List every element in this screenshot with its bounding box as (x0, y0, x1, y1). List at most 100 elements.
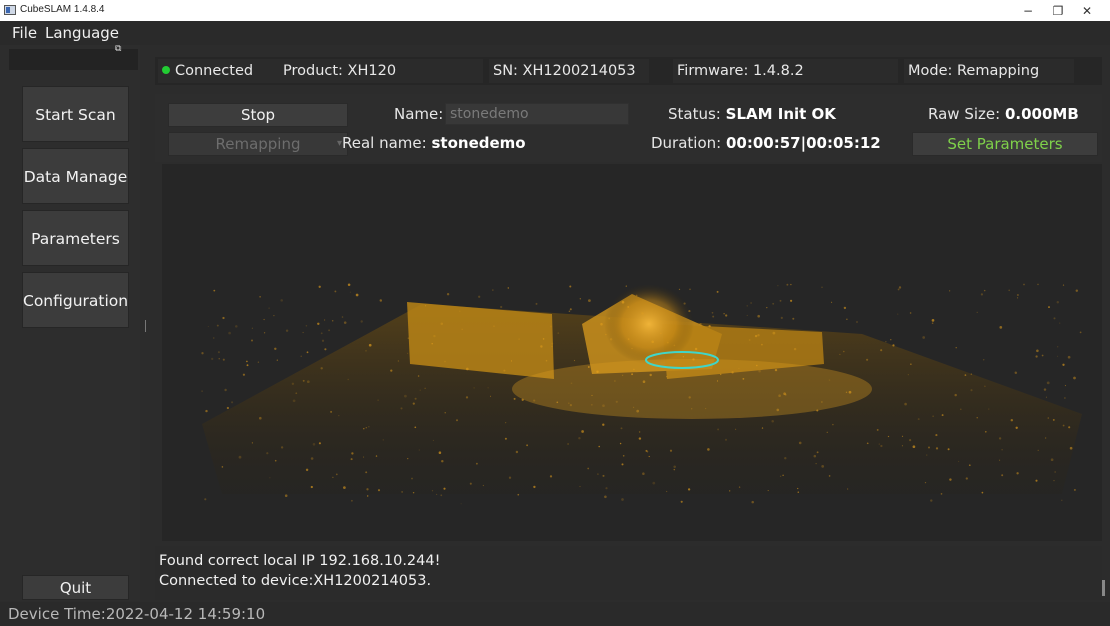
point-speck (432, 439, 434, 441)
point-speck (440, 494, 443, 497)
point-speck (649, 373, 652, 377)
point-speck (965, 477, 968, 480)
point-speck (935, 447, 939, 450)
data-manage-button[interactable]: Data Manage (22, 148, 129, 204)
point-speck (821, 286, 823, 288)
point-speck (351, 452, 354, 455)
point-speck (935, 434, 938, 437)
point-speck (660, 332, 662, 334)
window-title: CubeSLAM 1.4.8.4 (20, 4, 105, 15)
quit-button[interactable]: Quit (22, 575, 129, 600)
point-speck (312, 443, 316, 446)
point-speck (600, 322, 603, 326)
point-speck (609, 338, 613, 341)
point-speck (207, 326, 209, 328)
point-speck (940, 493, 943, 495)
point-speck (673, 344, 676, 347)
point-speck (418, 449, 420, 451)
firmware-label: Firmware: 1.4.8.2 (673, 59, 898, 83)
scan-controls: Stop Remapping ▾ Name: stonedemo Real na… (155, 94, 1102, 162)
point-speck (320, 332, 323, 335)
point-speck (1017, 297, 1019, 299)
point-speck (1036, 349, 1039, 353)
point-speck (742, 377, 745, 380)
raw-size-value: 0.000MB (1004, 105, 1079, 123)
point-speck (526, 444, 528, 447)
menu-file[interactable]: File (12, 24, 37, 42)
point-speck (625, 285, 627, 287)
point-speck (1044, 437, 1047, 439)
point-speck (1068, 426, 1071, 429)
set-parameters-button[interactable]: Set Parameters (912, 132, 1098, 156)
point-speck (784, 457, 787, 460)
configuration-button[interactable]: Configuration (22, 272, 129, 328)
point-speck (217, 351, 220, 354)
point-speck (469, 482, 472, 485)
point-speck (878, 443, 881, 445)
close-button[interactable]: ✕ (1072, 2, 1102, 20)
point-speck (433, 334, 436, 338)
point-speck (363, 427, 365, 430)
remapping-combobox[interactable]: Remapping ▾ (168, 132, 348, 156)
point-speck (259, 295, 261, 298)
menu-language[interactable]: Language (45, 24, 119, 42)
point-speck (813, 454, 817, 458)
point-speck (226, 406, 230, 410)
point-speck (489, 395, 492, 397)
point-speck (1015, 426, 1018, 429)
point-speck (280, 299, 283, 302)
log-scrollbar[interactable] (1102, 580, 1105, 596)
point-speck (330, 410, 333, 413)
point-speck (1043, 388, 1047, 391)
undock-icon[interactable]: ⧉ (115, 44, 121, 54)
maximize-button[interactable]: ❐ (1043, 2, 1073, 20)
point-speck (379, 299, 383, 302)
splitter-handle[interactable] (145, 320, 146, 332)
point-speck (646, 451, 649, 453)
point-speck (980, 293, 984, 296)
stop-button[interactable]: Stop (168, 103, 348, 127)
point-speck (638, 431, 641, 433)
point-speck (504, 437, 507, 440)
point-speck (331, 320, 334, 322)
point-speck (350, 458, 353, 461)
point-speck (909, 439, 912, 442)
point-speck (750, 302, 752, 304)
point-speck (880, 349, 883, 352)
duration-value: 00:00:57|00:05:12 (725, 134, 881, 152)
point-speck (510, 360, 513, 362)
point-speck (1050, 458, 1054, 462)
point-speck (778, 394, 781, 397)
point-speck (622, 454, 625, 457)
minimize-button[interactable]: − (1013, 2, 1043, 20)
point-speck (928, 446, 930, 449)
point-speck (797, 487, 799, 490)
parameters-button[interactable]: Parameters (22, 210, 129, 266)
menu-bar: File Language (0, 21, 1110, 45)
start-scan-button[interactable]: Start Scan (22, 86, 129, 142)
point-speck (767, 490, 769, 492)
log-line: Connected to device:XH1200214053. (159, 573, 432, 589)
point-speck (412, 491, 415, 494)
point-speck (691, 408, 693, 410)
point-cloud-viewport[interactable] (162, 164, 1102, 541)
point-speck (998, 437, 1002, 440)
name-field[interactable]: stonedemo (445, 103, 629, 125)
point-speck (1062, 363, 1065, 366)
point-speck (831, 301, 833, 303)
point-speck (1037, 283, 1039, 286)
point-speck (1054, 471, 1056, 473)
point-speck (619, 442, 622, 445)
point-speck (568, 402, 570, 404)
point-speck (443, 487, 446, 490)
point-speck (712, 315, 715, 318)
point-speck (638, 437, 642, 440)
point-speck (438, 451, 442, 454)
point-speck (204, 498, 207, 501)
title-bar: CubeSLAM 1.4.8.4 − ❐ ✕ (0, 0, 1110, 21)
point-speck (251, 442, 254, 444)
status-value: SLAM Init OK (725, 105, 836, 123)
point-speck (602, 474, 605, 477)
point-speck (570, 382, 573, 385)
point-speck (964, 374, 967, 376)
